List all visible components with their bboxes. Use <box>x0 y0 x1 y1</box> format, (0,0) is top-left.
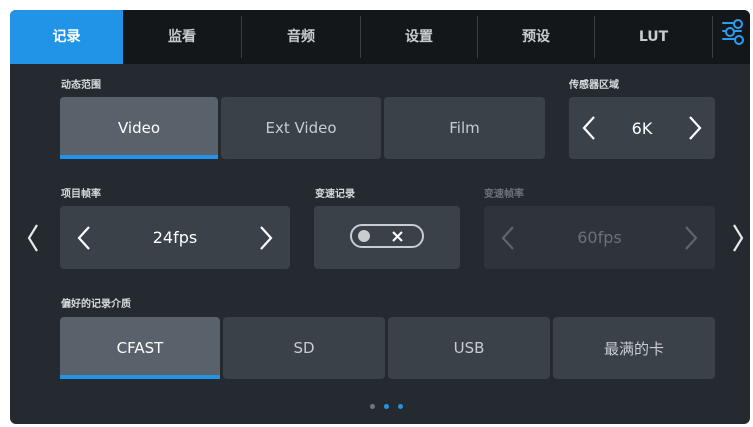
frame-rate-increment-button[interactable] <box>246 206 286 269</box>
chevron-right-icon <box>689 116 702 140</box>
off-speed-recording-toggle[interactable] <box>350 224 424 248</box>
tab-setup[interactable]: 设置 <box>361 10 477 64</box>
project-frame-rate-stepper: 24fps <box>60 206 290 269</box>
page-dot[interactable] <box>398 404 403 409</box>
off-speed-increment-button <box>671 206 711 269</box>
settings-button[interactable] <box>713 10 750 64</box>
selected-indicator <box>60 155 218 159</box>
media-usb-label: USB <box>453 339 485 357</box>
media-fullest-card-button[interactable]: 最满的卡 <box>553 317 715 379</box>
off-speed-decrement-button <box>488 206 528 269</box>
dynamic-range-video-button[interactable]: Video <box>60 97 218 159</box>
media-cfast-button[interactable]: CFAST <box>60 317 220 379</box>
chevron-right-icon <box>685 225 698 250</box>
close-icon <box>392 231 403 242</box>
off-speed-recording-panel <box>314 206 460 269</box>
off-speed-frame-rate-stepper: 60fps <box>484 206 715 269</box>
media-usb-button[interactable]: USB <box>388 317 550 379</box>
tab-audio[interactable]: 音频 <box>242 10 360 64</box>
sensor-area-increment-button[interactable] <box>675 97 715 159</box>
media-cfast-label: CFAST <box>116 339 164 357</box>
selected-indicator <box>60 375 220 379</box>
previous-page-button[interactable] <box>24 220 42 256</box>
off-speed-frame-rate-label: 变速帧率 <box>484 189 524 200</box>
chevron-left-icon <box>501 225 514 250</box>
next-page-button[interactable] <box>729 220 747 256</box>
chevron-left-icon <box>27 224 38 252</box>
off-speed-frame-rate-value: 60fps <box>577 228 622 247</box>
project-frame-rate-label: 项目帧率 <box>61 189 101 200</box>
page-dot-active[interactable] <box>384 404 389 409</box>
frame-rate-decrement-button[interactable] <box>64 206 104 269</box>
dynamic-range-ext-video-label: Ext Video <box>265 119 337 137</box>
dynamic-range-film-button[interactable]: Film <box>384 97 545 159</box>
sensor-area-value: 6K <box>631 118 653 138</box>
media-sd-button[interactable]: SD <box>223 317 385 379</box>
chevron-right-icon <box>733 224 744 252</box>
page-dot[interactable] <box>370 404 375 409</box>
chevron-left-icon <box>582 116 595 140</box>
tab-presets[interactable]: 预设 <box>478 10 594 64</box>
preferred-media-label: 偏好的记录介质 <box>61 299 131 310</box>
media-fullest-card-label: 最满的卡 <box>603 339 664 358</box>
off-speed-recording-label: 变速记录 <box>315 189 355 200</box>
camera-settings-screen: 记录 监看 音频 设置 预设 LUT 动态范围 Video Ext Video <box>10 10 750 424</box>
sensor-area-label: 传感器区域 <box>569 80 619 91</box>
project-frame-rate-value: 24fps <box>152 228 198 247</box>
media-sd-label: SD <box>293 339 315 357</box>
tab-monitor[interactable]: 监看 <box>123 10 241 64</box>
tab-record[interactable]: 记录 <box>10 10 123 64</box>
tab-bar: 记录 监看 音频 设置 预设 LUT <box>10 10 750 64</box>
dynamic-range-video-label: Video <box>117 119 161 137</box>
tab-lut[interactable]: LUT <box>595 10 712 64</box>
toggle-knob <box>358 230 370 242</box>
dynamic-range-ext-video-button[interactable]: Ext Video <box>221 97 381 159</box>
chevron-left-icon <box>77 225 90 250</box>
dynamic-range-film-label: Film <box>449 119 480 137</box>
chevron-right-icon <box>260 225 273 250</box>
dynamic-range-label: 动态范围 <box>61 80 101 91</box>
sensor-area-decrement-button[interactable] <box>569 97 609 159</box>
sensor-area-stepper: 6K <box>569 97 715 159</box>
